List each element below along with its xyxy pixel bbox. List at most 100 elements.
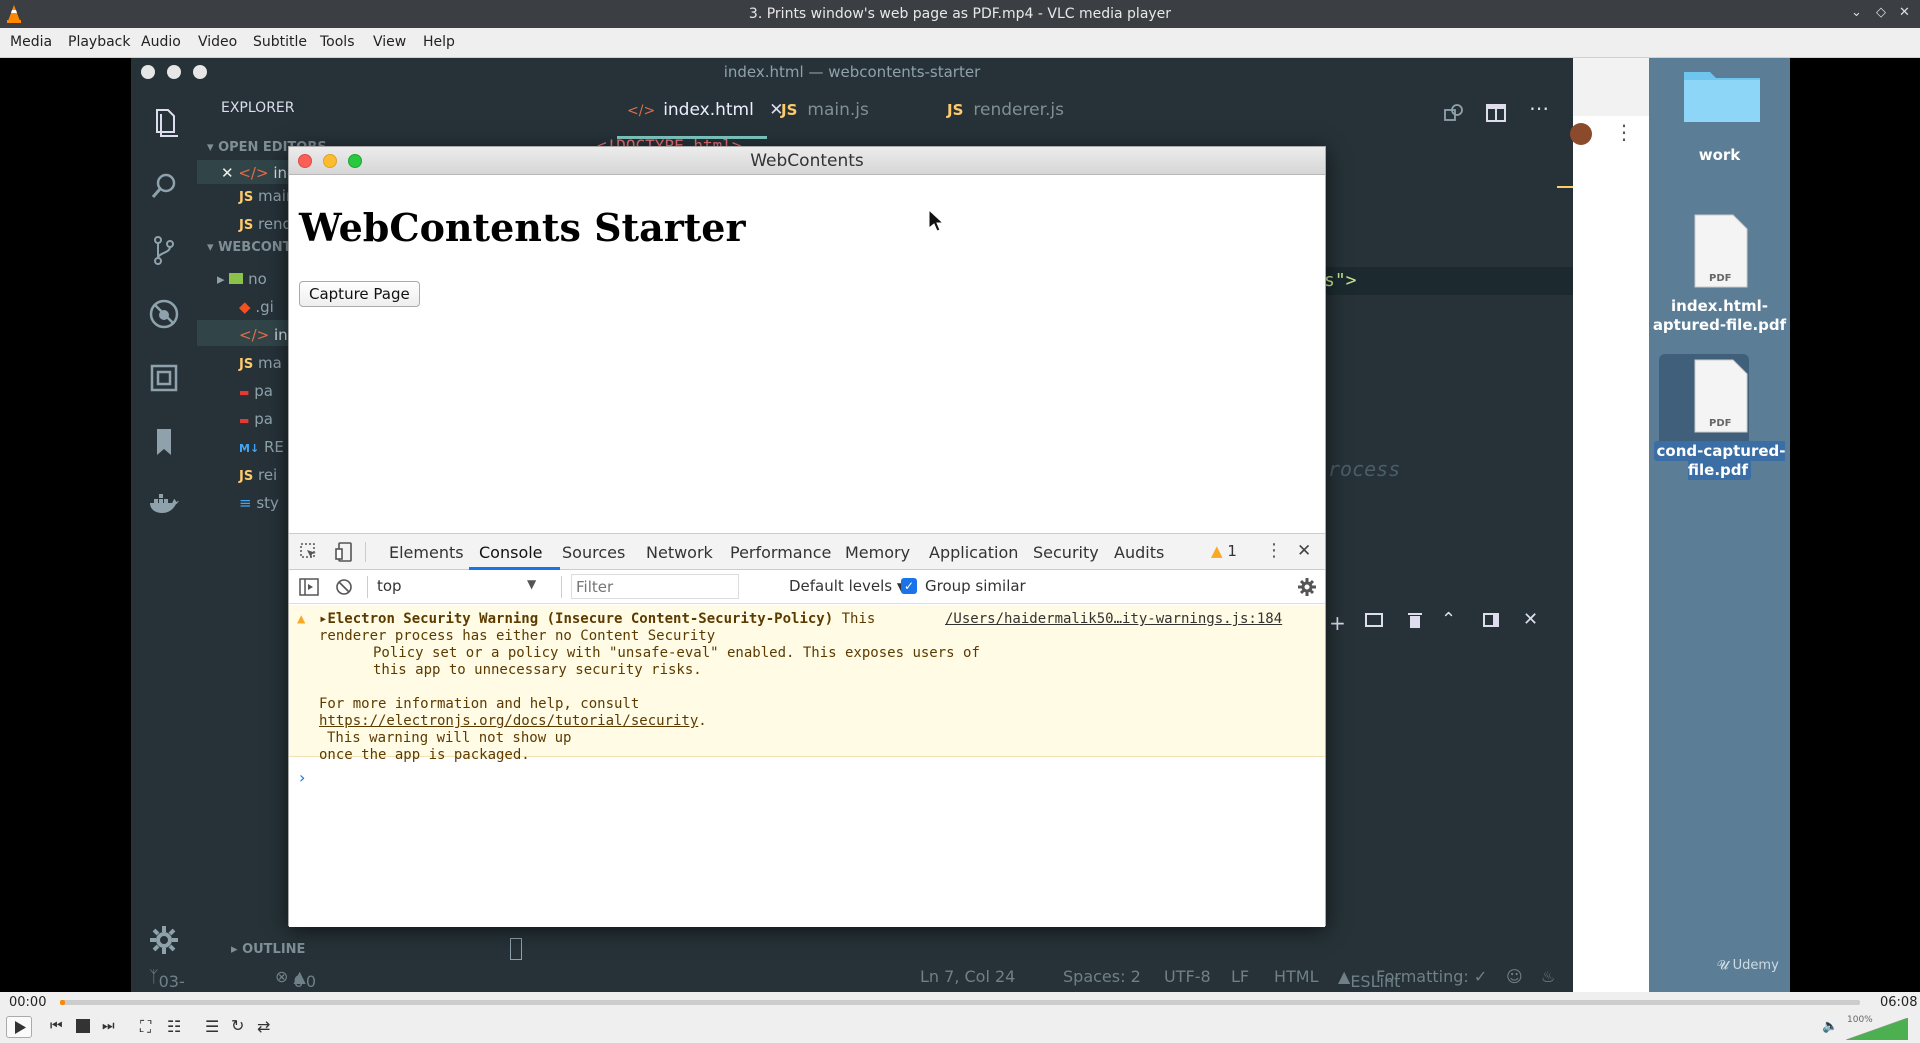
loop-icon[interactable]: ↻ [231, 1016, 244, 1035]
devtools-tab-memory[interactable]: Memory [845, 543, 910, 562]
console-prompt-icon[interactable]: › [299, 768, 305, 787]
menu-help[interactable]: Help [423, 34, 455, 50]
status-formatting[interactable]: Formatting: ✓ [1376, 967, 1487, 986]
play-button[interactable] [6, 1016, 32, 1038]
bookmark-icon[interactable] [148, 426, 180, 458]
status-eslint[interactable]: ▲ ESLint [1338, 967, 1400, 991]
status-eol[interactable]: LF [1231, 967, 1249, 986]
tree-node-modules[interactable]: ▸ no [217, 270, 267, 288]
devtools-tab-audits[interactable]: Audits [1114, 543, 1164, 562]
menu-video[interactable]: Video [198, 34, 237, 50]
video-frame[interactable]: index.html — webcontents-starter EXPLORE… [0, 58, 1920, 992]
avatar[interactable] [1570, 123, 1592, 145]
maximize-icon[interactable]: ◇ [1876, 5, 1886, 20]
tree-gitignore[interactable]: ◆ .gi [239, 298, 274, 316]
close-icon[interactable]: ✕ [1899, 5, 1910, 20]
split-editor-icon[interactable] [1485, 102, 1507, 124]
tree-readme[interactable]: M↓ RE [239, 438, 284, 456]
feedback-smiley-icon[interactable]: ☺ [1506, 967, 1523, 986]
console-settings-icon[interactable] [1297, 577, 1317, 597]
tab-main-js[interactable]: JS main.js [781, 100, 869, 120]
status-branch[interactable]: ᛉ 03-print-pdf [149, 967, 202, 992]
warning-source-link[interactable]: /Users/haidermalik50…ity-warnings.js:184 [945, 611, 1282, 628]
console-toolbar: top ▼ Default levels ▼ ✓ Group similar [289, 570, 1325, 604]
status-encoding[interactable]: UTF-8 [1164, 967, 1211, 986]
devtools-tab-console[interactable]: Console [479, 543, 543, 562]
outline-header[interactable]: ▸ OUTLINE [231, 942, 305, 957]
scroll-marker [1557, 186, 1573, 188]
mute-speaker-icon[interactable]: 🔈 [1822, 1019, 1838, 1034]
devtools-tab-elements[interactable]: Elements [389, 543, 464, 562]
next-icon[interactable]: ⏭ [102, 1018, 115, 1034]
source-control-icon[interactable] [148, 234, 180, 266]
volume-slider[interactable] [1846, 1018, 1908, 1040]
inspect-element-icon[interactable] [299, 542, 319, 562]
devtools-tab-application[interactable]: Application [929, 543, 1018, 562]
tab-renderer-js[interactable]: JS renderer.js [947, 100, 1064, 120]
log-levels-dropdown[interactable]: Default levels ▼ [789, 577, 906, 595]
previous-icon[interactable]: ⏮ [50, 1018, 63, 1034]
open-changes-icon[interactable] [1443, 102, 1465, 124]
minimize-icon[interactable]: ⌄ [1851, 5, 1862, 20]
vscode-window-title: index.html — webcontents-starter [723, 63, 981, 81]
capture-page-button[interactable]: Capture Page [299, 281, 420, 307]
warning-count-badge[interactable]: ▲ 1 [1211, 542, 1237, 560]
elapsed-time: 00:00 [9, 995, 47, 1010]
notification-bell-icon[interactable]: ♨ [1541, 967, 1555, 986]
more-actions-icon[interactable]: ⋯ [1529, 96, 1549, 120]
tree-style-css[interactable]: ≡ sty [239, 494, 279, 512]
menu-audio[interactable]: Audio [141, 34, 181, 50]
svg-text:PDF: PDF [1709, 418, 1731, 429]
electron-window-title: WebContents [750, 151, 864, 171]
docker-icon[interactable] [148, 488, 180, 520]
status-problems[interactable]: ⊗ 0 ▲ 0 [275, 967, 316, 991]
shuffle-icon[interactable]: ⇄ [257, 1017, 270, 1036]
warning-expand-toggle[interactable]: ▸Electron Security Warning (Insecure Con… [319, 611, 875, 628]
menu-playback[interactable]: Playback [68, 34, 130, 50]
files-icon[interactable] [148, 106, 180, 138]
fullscreen-icon[interactable]: ⛶ [140, 1017, 151, 1037]
menu-media[interactable]: Media [10, 34, 52, 50]
devtools-tab-security[interactable]: Security [1033, 543, 1099, 562]
close-panel-icon[interactable]: ✕ [1523, 609, 1538, 630]
extended-settings-icon[interactable]: ☷ [167, 1017, 181, 1036]
devtools-tab-performance[interactable]: Performance [730, 543, 831, 562]
tree-renderer-js[interactable]: JS rei [239, 466, 277, 484]
tree-main-js[interactable]: JS ma [239, 354, 282, 372]
devtools-tab-sources[interactable]: Sources [562, 543, 625, 562]
search-icon[interactable] [148, 170, 180, 202]
settings-gear-icon[interactable] [148, 924, 180, 956]
security-docs-link[interactable]: https://electronjs.org/docs/tutorial/sec… [319, 713, 698, 729]
browser-menu-icon[interactable]: ⋮ [1614, 120, 1634, 144]
context-selector[interactable]: top ▼ [377, 574, 547, 598]
debug-icon[interactable] [148, 298, 180, 330]
console-filter-input[interactable] [571, 574, 739, 599]
device-toolbar-icon[interactable] [335, 542, 355, 562]
new-terminal-icon[interactable]: + [1329, 611, 1346, 635]
clear-console-icon[interactable] [335, 578, 353, 596]
tree-pdf-2[interactable]: ▬ pa [239, 410, 273, 428]
tab-index-html[interactable]: </> index.html ✕ [627, 100, 783, 120]
devtools-tab-network[interactable]: Network [646, 543, 713, 562]
menu-view[interactable]: View [373, 34, 406, 50]
explorer-title: EXPLORER [221, 100, 295, 116]
extensions-icon[interactable] [148, 362, 180, 394]
console-sidebar-icon[interactable] [299, 578, 319, 596]
menu-subtitle[interactable]: Subtitle [253, 34, 307, 50]
playlist-icon[interactable]: ☰ [205, 1017, 219, 1036]
group-similar-label: Group similar [925, 577, 1026, 595]
split-terminal-icon[interactable] [1365, 613, 1383, 627]
status-language[interactable]: HTML [1274, 967, 1319, 986]
menu-tools[interactable]: Tools [320, 34, 355, 50]
maximize-panel-icon[interactable]: ⌃ [1441, 609, 1456, 630]
tree-pdf-1[interactable]: ▬ pa [239, 382, 273, 400]
trash-icon[interactable] [1407, 611, 1423, 629]
devtools-close-icon[interactable]: ✕ [1297, 541, 1311, 561]
seek-bar[interactable] [60, 1000, 1860, 1005]
toggle-panel-icon[interactable] [1483, 613, 1499, 627]
status-position[interactable]: Ln 7, Col 24 [920, 967, 1015, 986]
status-spaces[interactable]: Spaces: 2 [1063, 967, 1141, 986]
group-similar-checkbox[interactable]: ✓ [901, 578, 917, 594]
stop-icon[interactable] [76, 1019, 90, 1033]
devtools-menu-icon[interactable]: ⋮ [1265, 540, 1283, 561]
